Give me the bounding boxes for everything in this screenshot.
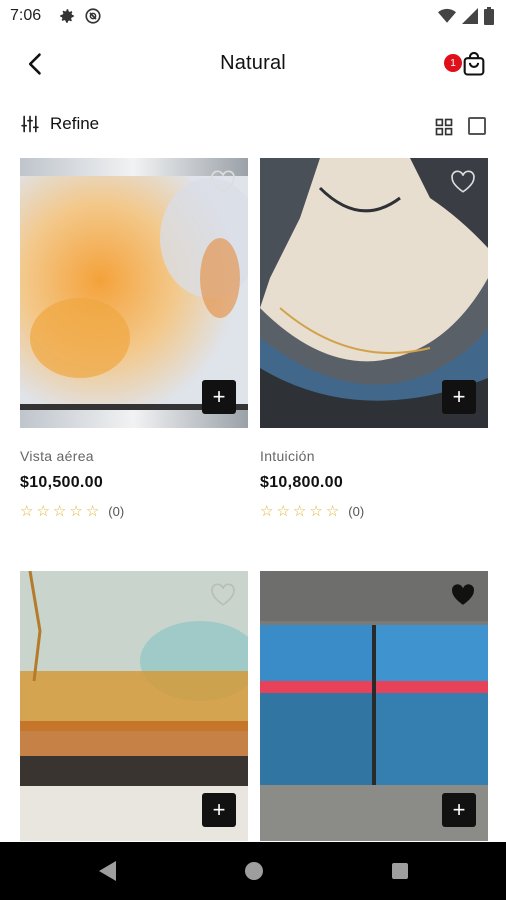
star-outline-icon: ☆ [325,503,340,520]
refine-button[interactable]: Refine [20,114,99,134]
wifi-icon [438,8,456,23]
star-outline-icon: ☆ [260,503,274,520]
page-title: Natural [220,52,286,74]
product-card[interactable]: + Vista aérea $10,500.00 ☆ ☆ ☆ ☆ ☆ (0) [20,158,248,519]
star-outline-icon: ☆ [309,503,323,520]
product-image[interactable]: + [260,571,488,841]
product-price: $10,500.00 [20,474,104,491]
home-circle-icon[interactable] [243,859,265,883]
add-to-cart-button[interactable]: + [202,793,236,827]
battery-icon [484,7,494,25]
product-price: $10,800.00 [260,474,344,491]
status-time: 7:06 [10,7,42,24]
add-to-cart-button[interactable]: + [442,380,476,414]
back-triangle-icon[interactable] [96,859,118,883]
heart-outline-icon[interactable] [210,583,236,607]
star-outline-icon: ☆ [292,503,307,520]
star-outline-icon: ☆ [36,503,50,520]
refine-label: Refine [50,114,100,133]
rating-count: (0) [108,504,125,519]
shopping-bag-icon[interactable] [460,50,488,78]
filter-toolbar: Refine [0,108,506,144]
product-image[interactable]: + [20,158,248,428]
status-bar: 7:06 [0,0,506,32]
product-card[interactable]: + Intuición $10,800.00 ☆ ☆ ☆ ☆ ☆ (0) [260,158,488,519]
heart-filled-icon[interactable] [450,583,476,607]
rating-stars: ☆ ☆ ☆ ☆ ☆ (0) [260,504,488,519]
settings-icon [60,9,74,23]
add-to-cart-button[interactable]: + [202,380,236,414]
signal-icon [462,8,478,24]
product-name[interactable]: Vista aérea [20,448,248,464]
system-nav-bar [0,842,506,900]
product-image[interactable]: + [260,158,488,428]
no-disturb-icon [85,8,101,24]
rating-count: (0) [348,504,365,519]
product-card[interactable]: + [260,571,488,841]
heart-outline-icon[interactable] [450,170,476,194]
product-card[interactable]: + [20,571,248,841]
single-view-icon[interactable] [468,117,486,135]
star-outline-icon: ☆ [20,503,34,520]
sliders-icon [21,115,39,133]
rating-stars: ☆ ☆ ☆ ☆ ☆ (0) [20,504,248,519]
grid-view-icon[interactable] [434,117,454,137]
app-bar: Natural 1 [0,32,506,96]
star-outline-icon: ☆ [52,503,67,520]
product-name[interactable]: Intuición [260,448,488,464]
product-image[interactable]: + [20,571,248,841]
star-outline-icon: ☆ [69,503,83,520]
heart-outline-icon[interactable] [210,170,236,194]
add-to-cart-button[interactable]: + [442,793,476,827]
star-outline-icon: ☆ [85,503,100,520]
recents-square-icon[interactable] [389,859,411,883]
star-outline-icon: ☆ [276,503,290,520]
